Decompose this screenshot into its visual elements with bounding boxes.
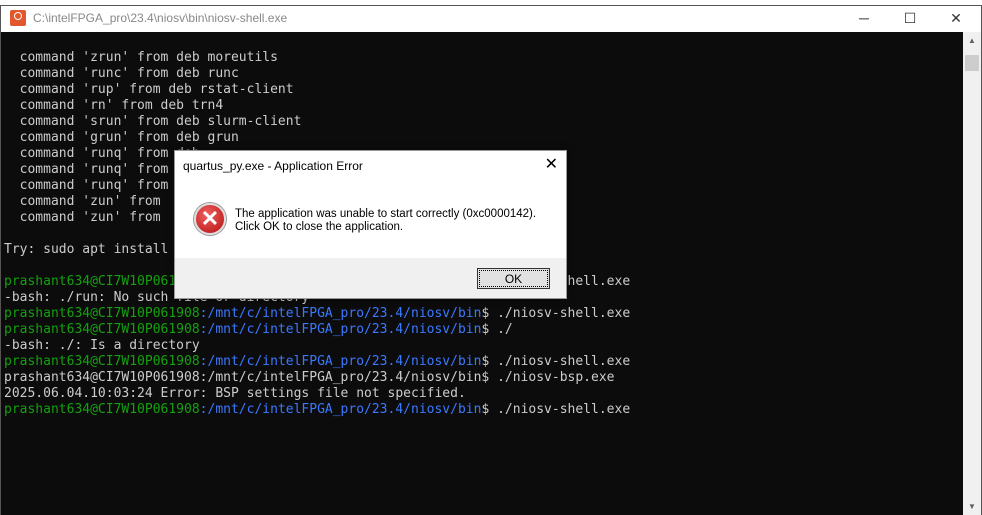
dialog-title: quartus_py.exe - Application Error bbox=[183, 159, 363, 173]
terminal-line: prashant634@CI7W10P061908:/mnt/c/intelFP… bbox=[4, 370, 615, 385]
prompt-command: $ ./niosv-shell.exe bbox=[481, 402, 631, 417]
maximize-button[interactable]: ☐ bbox=[887, 6, 933, 32]
minimize-button[interactable]: ─ bbox=[841, 6, 887, 32]
app-icon bbox=[10, 10, 26, 26]
scroll-thumb[interactable] bbox=[965, 55, 979, 71]
scroll-up-arrow-icon[interactable]: ▲ bbox=[963, 32, 981, 49]
terminal-line: command 'srun' from deb slurm-client bbox=[4, 114, 302, 129]
terminal-line: prashant634@CI7W10P061908:/mnt/c/intelFP… bbox=[4, 306, 630, 322]
terminal-line: -bash: ./: Is a directory bbox=[4, 338, 200, 353]
title-bar[interactable]: C:\intelFPGA_pro\23.4\niosv\bin\niosv-sh… bbox=[1, 6, 981, 32]
error-message-line2: Click OK to close the application. bbox=[235, 221, 404, 233]
terminal-line: prashant634@CI7W10P061908:/mnt/c/intelFP… bbox=[4, 322, 630, 338]
terminal-line: command 'zrun' from deb moreutils bbox=[4, 50, 278, 65]
prompt-path: :/mnt/c/intelFPGA_pro/23.4/niosv/bin bbox=[199, 306, 482, 321]
prompt-user: prashant634@CI7W10P061908 bbox=[4, 322, 200, 337]
dialog-close-button[interactable]: ✕ bbox=[545, 154, 558, 174]
close-button[interactable]: ✕ bbox=[933, 6, 979, 32]
prompt-command: $ ./niosv-shell.exe bbox=[481, 306, 631, 321]
prompt-user: prashant634@CI7W10P061908 bbox=[4, 306, 200, 321]
window-title: C:\intelFPGA_pro\23.4\niosv\bin\niosv-sh… bbox=[33, 11, 288, 25]
prompt-command: $ ./ bbox=[481, 322, 513, 337]
terminal-line: command 'rup' from deb rstat-client bbox=[4, 82, 294, 97]
terminal-line: 2025.06.04.10:03:24 Error: BSP settings … bbox=[4, 386, 466, 401]
terminal-line: prashant634@CI7W10P061908:/mnt/c/intelFP… bbox=[4, 402, 630, 418]
prompt-user: prashant634@CI7W10P061908 bbox=[4, 354, 200, 369]
prompt-path: :/mnt/c/intelFPGA_pro/23.4/niosv/bin bbox=[199, 354, 482, 369]
scroll-down-arrow-icon[interactable]: ▼ bbox=[963, 498, 981, 515]
prompt-path: :/mnt/c/intelFPGA_pro/23.4/niosv/bin bbox=[199, 402, 482, 417]
prompt-user: prashant634@CI7W10P061908 bbox=[4, 274, 200, 289]
terminal-line: prashant634@CI7W10P061908:/mnt/c/intelFP… bbox=[4, 354, 630, 370]
prompt-user: prashant634@CI7W10P061908 bbox=[4, 402, 200, 417]
terminal-line: command 'rn' from deb trn4 bbox=[4, 98, 224, 113]
error-icon: ✕ bbox=[194, 203, 226, 235]
dialog-footer: OK bbox=[175, 258, 566, 298]
application-error-dialog: quartus_py.exe - Application Error ✕ ✕ T… bbox=[174, 150, 567, 299]
vertical-scrollbar[interactable]: ▲ ▼ bbox=[963, 32, 981, 515]
prompt-command: $ ./niosv-shell.exe bbox=[481, 354, 631, 369]
prompt-path: :/mnt/c/intelFPGA_pro/23.4/niosv/bin bbox=[199, 322, 482, 337]
error-message: The application was unable to start corr… bbox=[235, 208, 536, 234]
ok-button-label: OK bbox=[479, 270, 548, 287]
ok-button[interactable]: OK bbox=[477, 268, 550, 289]
terminal-line: command 'grun' from deb grun bbox=[4, 130, 239, 145]
error-message-line1: The application was unable to start corr… bbox=[235, 208, 537, 220]
terminal-line: command 'runc' from deb runc bbox=[4, 66, 239, 81]
